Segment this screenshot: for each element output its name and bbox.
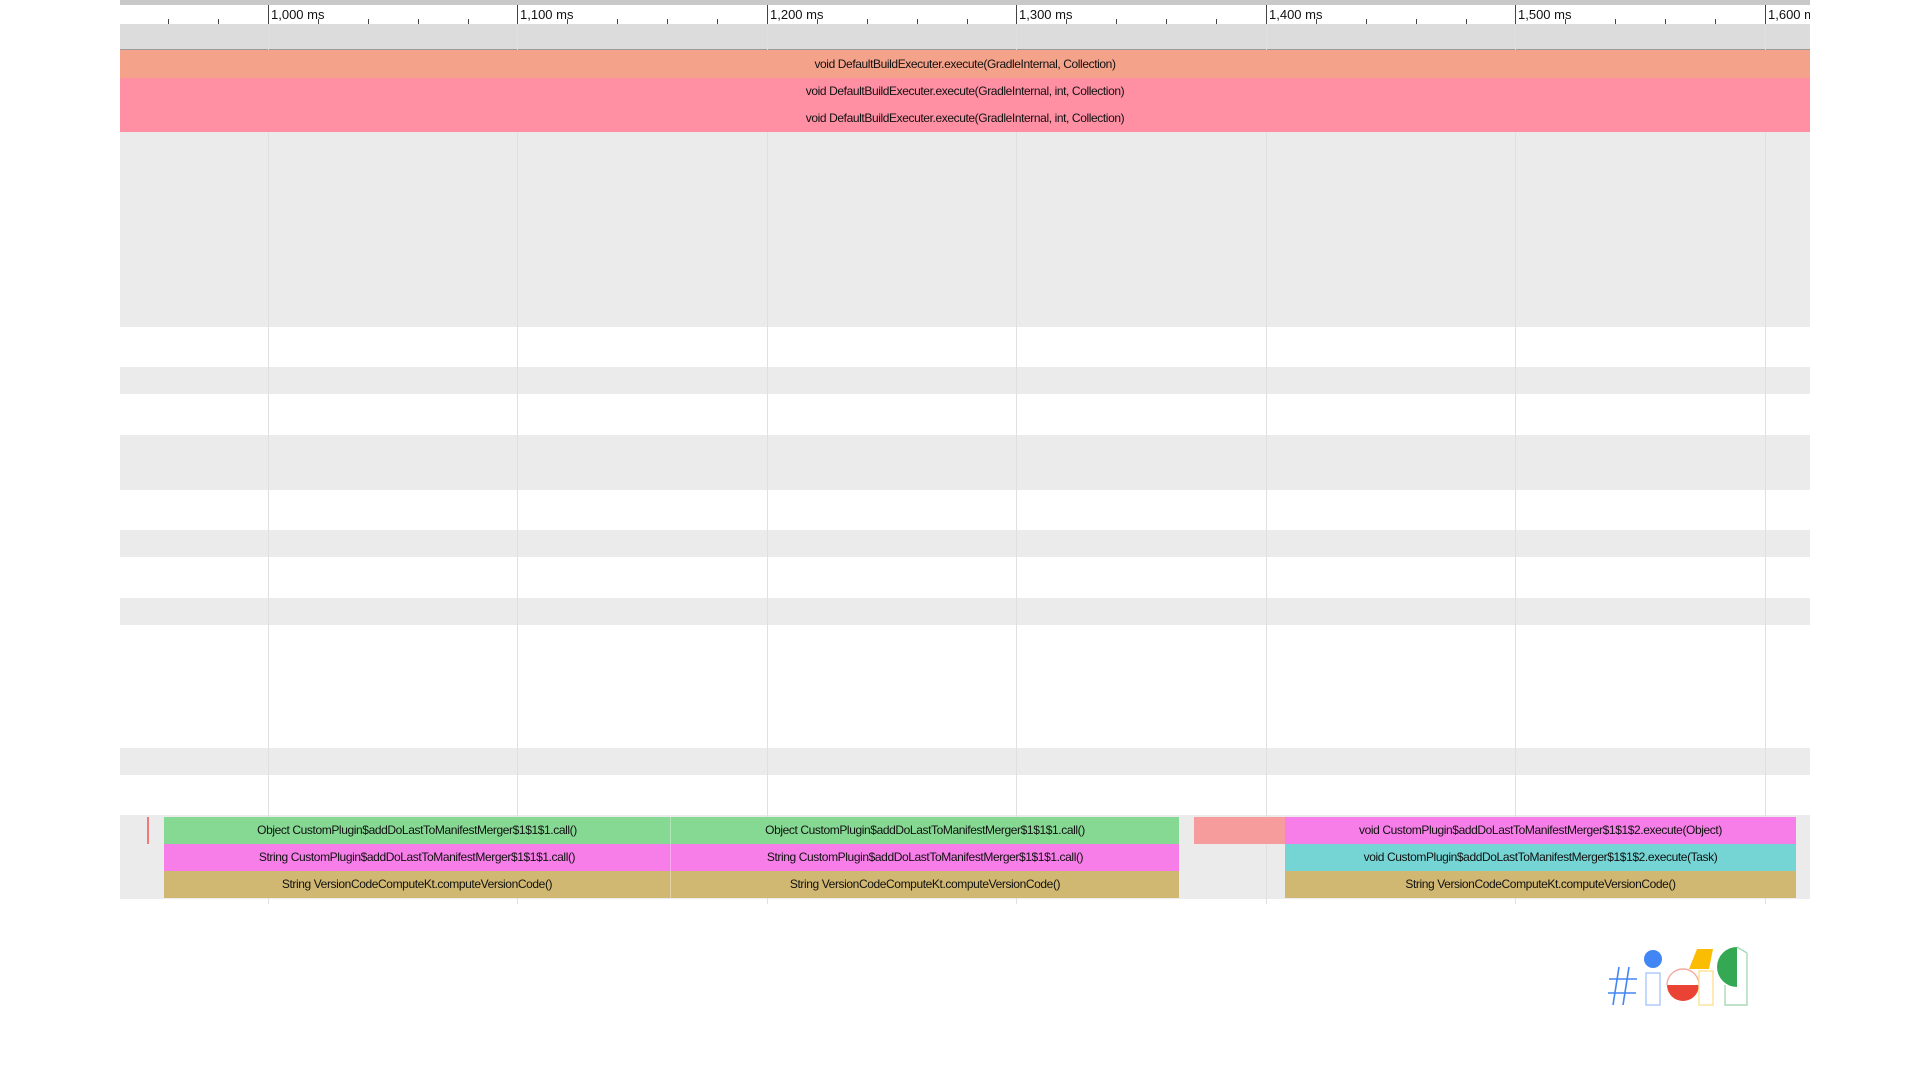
time-ruler[interactable]: 1,000 ms 1,100 ms 1,200 ms 1,300 ms 1,40… (120, 0, 1810, 24)
slice-unlabeled[interactable] (1194, 817, 1285, 844)
ruler-minor-tick (717, 19, 718, 24)
slice-call-string[interactable]: String CustomPlugin$addDoLastToManifestM… (164, 844, 671, 871)
slice-execute-object[interactable]: void CustomPlugin$addDoLastToManifestMer… (1285, 817, 1796, 844)
grid-line (517, 24, 518, 904)
ruler-minor-tick (218, 19, 219, 24)
ruler-minor-tick (967, 19, 968, 24)
ruler-minor-tick (368, 19, 369, 24)
ruler-minor-tick (1466, 19, 1467, 24)
ruler-minor-tick (1615, 19, 1616, 24)
slice-build-executer-int-collection[interactable]: void DefaultBuildExecuter.execute(Gradle… (120, 105, 1810, 132)
ruler-minor-tick (1166, 19, 1167, 24)
slice-compute-version-code[interactable]: String VersionCodeComputeKt.computeVersi… (671, 871, 1179, 898)
track-band (120, 598, 1810, 625)
grid-line (1515, 24, 1516, 904)
track-band-main-thread (120, 132, 1810, 327)
ruler-minor-tick (1116, 19, 1117, 24)
grid-line (268, 24, 269, 904)
ruler-label: 1,100 ms (520, 7, 574, 22)
track-band (120, 530, 1810, 557)
ruler-minor-tick (168, 19, 169, 24)
ruler-label: 1,200 ms (770, 7, 824, 22)
ruler-minor-tick (617, 19, 618, 24)
grid-line (1016, 24, 1017, 904)
slice-execute-task[interactable]: void CustomPlugin$addDoLastToManifestMer… (1285, 844, 1796, 871)
slice-call-string[interactable]: String CustomPlugin$addDoLastToManifestM… (671, 844, 1179, 871)
track-band (120, 748, 1810, 775)
google-io-logo-icon (1608, 946, 1748, 1006)
slice-compute-version-code[interactable]: String VersionCodeComputeKt.computeVersi… (164, 871, 671, 898)
ruler-minor-tick (1216, 19, 1217, 24)
ruler-label: 1,400 ms (1269, 7, 1323, 22)
grid-line (1266, 24, 1267, 904)
track-header-band (120, 24, 1810, 50)
slice-build-executer-collection[interactable]: void DefaultBuildExecuter.execute(Gradle… (120, 50, 1810, 78)
slice-call-object[interactable]: Object CustomPlugin$addDoLastToManifestM… (164, 817, 671, 844)
ruler-minor-tick (418, 19, 419, 24)
trace-viewer-window: 1,000 ms 1,100 ms 1,200 ms 1,300 ms 1,40… (0, 0, 1920, 1080)
ruler-minor-tick (1665, 19, 1666, 24)
slice-call-object[interactable]: Object CustomPlugin$addDoLastToManifestM… (671, 817, 1179, 844)
track-band (120, 435, 1810, 490)
ruler-minor-tick (917, 19, 918, 24)
ruler-minor-tick (867, 19, 868, 24)
trace-timeline-panel[interactable]: 1,000 ms 1,100 ms 1,200 ms 1,300 ms 1,40… (120, 0, 1810, 910)
ruler-minor-tick (1715, 19, 1716, 24)
slice-compute-version-code[interactable]: String VersionCodeComputeKt.computeVersi… (1285, 871, 1796, 898)
grid-line (1765, 24, 1766, 904)
slice-build-executer-int-collection[interactable]: void DefaultBuildExecuter.execute(Gradle… (120, 78, 1810, 105)
ruler-label: 1,500 ms (1518, 7, 1572, 22)
track-band (120, 367, 1810, 394)
ruler-minor-tick (468, 19, 469, 24)
ruler-minor-tick (1416, 19, 1417, 24)
ruler-minor-tick (667, 19, 668, 24)
ruler-label: 1,600 ms (1768, 7, 1810, 22)
ruler-label: 1,300 ms (1019, 7, 1073, 22)
tiny-slice-marker[interactable] (147, 817, 149, 844)
ruler-label: 1,000 ms (271, 7, 325, 22)
grid-line (767, 24, 768, 904)
ruler-minor-tick (1366, 19, 1367, 24)
